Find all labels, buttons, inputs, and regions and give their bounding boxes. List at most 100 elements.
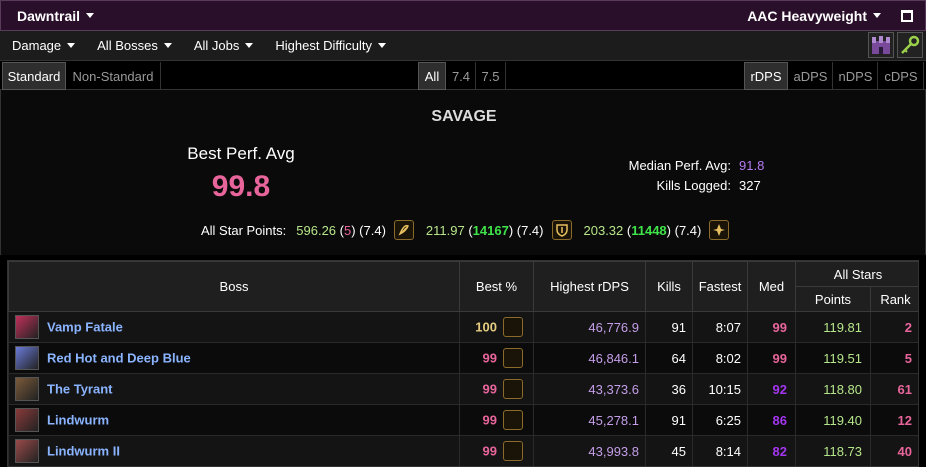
highest-rdps-cell: 43,993.8 (533, 435, 646, 466)
best-percent-value: 99 (482, 412, 497, 428)
median-cell: 99 (747, 342, 796, 374)
best-percent-cell: 100 (459, 311, 534, 343)
tab-rdps[interactable]: rDPS (744, 62, 788, 90)
col-header-kills[interactable]: Kills (645, 261, 693, 312)
boss-portrait-icon (15, 377, 39, 401)
allstar-points-cell: 119.81 (795, 311, 871, 343)
table-row[interactable]: Lindwurm 99 45,278.1 91 6:25 86 119.40 12 (8, 404, 918, 436)
star-patch-value: (7.4) (516, 222, 544, 238)
top-bar: Dawntrail AAC Heavyweight (0, 0, 926, 31)
white-mage-icon[interactable] (709, 220, 730, 240)
star-rank-value: 11448 (631, 222, 667, 238)
median-cell: 86 (747, 404, 796, 436)
table-row[interactable]: Lindwurm II 99 43,993.8 45 8:14 82 118.73 40 (8, 435, 918, 466)
boss-portrait-icon (15, 439, 39, 463)
boss-name-link[interactable]: Vamp Fatale (47, 320, 123, 335)
boss-cell[interactable]: Red Hot and Deep Blue (8, 342, 460, 374)
castle-icon[interactable] (868, 32, 894, 58)
allstar-rank-cell: 5 (870, 342, 918, 374)
expansion-label: Dawntrail (17, 7, 81, 24)
star-points-value: 211.97 (425, 222, 465, 238)
division-dropdown[interactable]: AAC Heavyweight (747, 8, 881, 24)
tab-standard[interactable]: Standard (2, 62, 66, 90)
star-points-value: 596.26 (296, 222, 337, 238)
best-percent-cell: 99 (459, 435, 534, 466)
allstar-points-cell: 119.51 (795, 342, 871, 374)
best-perf-label: Best Perf. Avg (187, 144, 295, 163)
col-header-highest[interactable]: Highest rDPS (533, 261, 646, 312)
kills-cell: 64 (645, 342, 693, 374)
bard-icon[interactable] (503, 317, 523, 337)
tab-patch-7-4[interactable]: 7.4 (447, 62, 476, 90)
boss-name-link[interactable]: The Tyrant (47, 382, 113, 397)
chevron-down-icon (163, 43, 172, 48)
boss-portrait-icon (15, 315, 39, 339)
kills-cell: 91 (645, 311, 693, 343)
all-star-points: All Star Points: 596.26 (5) (7.4) 211.97… (201, 220, 741, 240)
fastest-cell: 8:02 (692, 342, 748, 374)
table-row[interactable]: The Tyrant 99 43,373.6 36 10:15 92 118.80 61 (8, 373, 918, 405)
key-icon[interactable] (897, 32, 923, 58)
allstar-rank-cell: 2 (870, 311, 918, 343)
fastest-cell: 8:07 (692, 311, 748, 343)
tab-ndps[interactable]: nDPS (834, 62, 878, 90)
highest-rdps-cell: 43,373.6 (533, 373, 646, 405)
col-header-fastest[interactable]: Fastest (692, 261, 748, 312)
fastest-cell: 10:15 (692, 373, 748, 405)
bard-icon[interactable] (503, 410, 523, 430)
boss-cell[interactable]: The Tyrant (8, 373, 460, 405)
metric-dropdown[interactable]: Damage (12, 38, 76, 53)
difficulty-filter-label: Highest Difficulty (275, 38, 372, 53)
job-filter-label: All Jobs (193, 38, 240, 53)
tab-cdps[interactable]: cDPS (879, 62, 924, 90)
bard-icon[interactable] (503, 441, 523, 461)
col-header-boss[interactable]: Boss (8, 261, 460, 312)
metric-label: Damage (12, 38, 62, 53)
col-header-points[interactable]: Points (795, 286, 871, 312)
best-percent-value: 99 (482, 350, 497, 366)
maximize-icon[interactable] (901, 9, 913, 22)
boss-name-link[interactable]: Red Hot and Deep Blue (47, 351, 191, 366)
kills-logged-value: 327 (739, 178, 761, 193)
chevron-down-icon (377, 43, 386, 48)
col-header-allstars: All Stars (795, 261, 918, 287)
job-dropdown[interactable]: All Jobs (194, 38, 254, 53)
boss-name-link[interactable]: Lindwurm II (47, 444, 120, 459)
tab-non-standard[interactable]: Non-Standard (66, 62, 161, 90)
col-header-med[interactable]: Med (747, 261, 796, 312)
tab-patch-7-5[interactable]: 7.5 (476, 62, 506, 90)
boss-cell[interactable]: Vamp Fatale (8, 311, 460, 343)
boss-cell[interactable]: Lindwurm (8, 404, 460, 436)
best-percent-value: 100 (475, 319, 497, 335)
median-perf-label: Median Perf. Avg: (628, 158, 731, 173)
table-row[interactable]: Vamp Fatale 100 46,776.9 91 8:07 99 119.81 2 (8, 311, 918, 343)
allstar-rank-cell: 61 (870, 373, 918, 405)
allstar-rank-cell: 12 (870, 404, 918, 436)
division-label: AAC Heavyweight (747, 7, 867, 24)
best-percent-cell: 99 (459, 342, 534, 374)
tab-adps[interactable]: aDPS (789, 62, 833, 90)
allstar-points-cell: 118.73 (795, 435, 871, 466)
star-patch-value: (7.4) (674, 222, 702, 238)
summary-panel: SAVAGE Best Perf. Avg 99.8 Median Perf. … (0, 90, 926, 255)
bard-icon[interactable] (503, 348, 523, 368)
allstar-rank-cell: 40 (870, 435, 918, 466)
bard-icon[interactable] (393, 220, 414, 240)
star-patch-value: (7.4) (359, 222, 386, 238)
boss-filter-label: All Bosses (97, 38, 158, 53)
bard-icon[interactable] (503, 379, 523, 399)
difficulty-dropdown[interactable]: Highest Difficulty (275, 38, 386, 53)
expansion-dropdown[interactable]: Dawntrail (17, 7, 95, 24)
highest-rdps-cell: 46,776.9 (533, 311, 646, 343)
boss-name-link[interactable]: Lindwurm (47, 413, 109, 428)
col-header-rank[interactable]: Rank (870, 286, 918, 312)
boss-cell[interactable]: Lindwurm II (8, 435, 460, 466)
chevron-down-icon (67, 43, 76, 48)
paladin-icon[interactable] (551, 220, 572, 240)
table-row[interactable]: Red Hot and Deep Blue 99 46,846.1 64 8:02 99 1… (8, 342, 918, 374)
allstar-points-cell: 119.40 (795, 404, 871, 436)
tab-all-patches[interactable]: All (418, 62, 446, 90)
boss-portrait-icon (15, 408, 39, 432)
boss-dropdown[interactable]: All Bosses (97, 38, 172, 53)
col-header-best[interactable]: Best % (459, 261, 534, 312)
